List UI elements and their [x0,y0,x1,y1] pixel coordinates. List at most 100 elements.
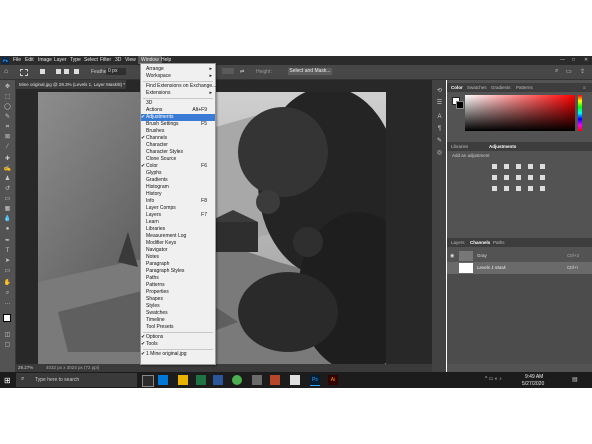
tab-patterns[interactable]: Patterns [516,85,533,90]
illustrator-taskbar-icon[interactable]: Ai [328,375,338,385]
menu-item-shapes[interactable]: Shapes [141,296,215,303]
photo-filter-icon[interactable] [528,175,533,180]
shape-tool-icon[interactable]: ▭ [3,268,12,274]
visibility-eye-icon[interactable]: ◉ [450,253,454,259]
menu-item-tool-presets[interactable]: Tool Presets [141,324,215,331]
invert-icon[interactable] [492,186,497,191]
stamp-tool-icon[interactable]: ♟ [3,176,12,182]
workspace-icon[interactable]: ▭ [566,68,572,75]
feather-input[interactable]: 0 px [106,68,126,75]
eraser-tool-icon[interactable]: ▭ [3,196,12,202]
menu-item-paragraph[interactable]: Paragraph [141,261,215,268]
notifications-icon[interactable]: ▤ [572,376,578,383]
menu-item-libraries[interactable]: Libraries [141,226,215,233]
menu-view[interactable]: View [125,57,136,63]
move-tool-icon[interactable]: ✥ [3,84,12,90]
color-panel-background-swatch[interactable] [456,101,464,109]
select-and-mask-button[interactable]: Select and Mask... [288,68,332,75]
menu-item-1-mine-original-jpg[interactable]: ✔ 1 Mine original.jpg [141,351,215,358]
menu-item-modifier-keys[interactable]: Modifier Keys [141,240,215,247]
menu-edit[interactable]: Edit [25,57,34,63]
menu-item-learn[interactable]: Learn [141,219,215,226]
word-icon[interactable] [213,375,223,385]
screen-mode-icon[interactable]: ▢ [3,342,12,348]
doc-info[interactable]: 4032 px x 3024 px (72 ppi) [46,365,99,370]
threshold-icon[interactable] [516,186,521,191]
menu-item-workspace[interactable]: Workspace ▸ [141,73,215,80]
menu-item-paths[interactable]: Paths [141,275,215,282]
menu-layer[interactable]: Layer [54,57,67,63]
photoshop-taskbar-icon[interactable]: Ps [310,375,320,386]
menu-item-options[interactable]: ✔ Options [141,334,215,341]
tab-paths[interactable]: Paths [493,240,505,245]
tab-layers[interactable]: Layers [451,240,465,245]
menu-item-channels[interactable]: ✔ Channels [141,135,215,142]
close-icon[interactable]: ✕ [584,57,588,63]
history-panel-icon[interactable]: ⟲ [435,88,444,94]
frame-tool-icon[interactable]: ⊠ [3,134,12,140]
menu-item-brush-settings[interactable]: Brush Settings F5 [141,121,215,128]
menu-select[interactable]: Select [84,57,98,63]
menu-type[interactable]: Type [70,57,81,63]
intersect-selection-icon[interactable] [74,69,79,74]
menu-item-glyphs[interactable]: Glyphs [141,170,215,177]
taskbar-time[interactable]: 9:49 AM [525,374,543,380]
minimize-icon[interactable]: — [560,57,565,63]
hue-saturation-icon[interactable] [492,175,497,180]
menu-item-gradients[interactable]: Gradients [141,177,215,184]
healing-brush-tool-icon[interactable]: ✚ [3,156,12,162]
marquee-tool-icon[interactable] [20,69,28,76]
swap-icon[interactable]: ⇄ [240,69,244,75]
document-tab[interactable]: Mine original.jpg @ 29.3% (Levels 1, Lay… [16,80,126,89]
tab-color[interactable]: Color [451,85,463,90]
brush-tool-icon[interactable]: ✍ [3,166,12,172]
foreground-color-swatch[interactable] [3,314,11,322]
tab-gradients[interactable]: Gradients [491,85,511,90]
maximize-icon[interactable]: □ [572,57,575,63]
menu-item-find-extensions-on-exchange[interactable]: Find Extensions on Exchange... [141,83,216,90]
hand-tool-icon[interactable]: ✋ [3,280,12,286]
excel-icon[interactable] [196,375,206,385]
lasso-tool-icon[interactable]: ◯ [3,104,12,110]
crop-tool-icon[interactable]: ⌗ [3,124,12,130]
new-selection-icon[interactable] [40,69,45,74]
quick-select-tool-icon[interactable]: ✎ [3,114,12,120]
tools-app-icon[interactable] [290,375,300,385]
windows-start-icon[interactable]: ⊞ [4,376,11,385]
menu-item-paragraph-styles[interactable]: Paragraph Styles [141,268,215,275]
posterize-icon[interactable] [504,186,509,191]
menu-item-history[interactable]: History [141,191,215,198]
color-picker-field[interactable] [465,95,575,131]
panel-menu-icon[interactable]: ≡ [583,85,586,90]
menu-item-properties[interactable]: Properties [141,289,215,296]
menu-item-measurement-log[interactable]: Measurement Log [141,233,215,240]
tray-icons[interactable]: ^ ▭ ◐ ♪ [485,376,502,382]
menu-item-character-styles[interactable]: Character Styles [141,149,215,156]
zoom-tool-icon[interactable]: ⌕ [3,290,12,296]
file-explorer-icon[interactable] [178,375,188,385]
menu-item-histogram[interactable]: Histogram [141,184,215,191]
blur-tool-icon[interactable]: 💧 [3,216,12,222]
menu-item-timeline[interactable]: Timeline [141,317,215,324]
menu-image[interactable]: Image [38,57,52,63]
vibrance-icon[interactable] [540,164,545,169]
channel-mixer-icon[interactable] [540,175,545,180]
zoom-level[interactable]: 29.27% [18,365,33,370]
menu-item-3d[interactable]: 3D [141,100,215,107]
gradient-tool-icon[interactable]: ▦ [3,206,12,212]
properties-panel-icon[interactable]: ☰ [435,100,444,106]
eyedropper-tool-icon[interactable]: ⁄ [3,144,12,150]
tab-adjustments[interactable]: Adjustments [489,144,516,149]
black-white-icon[interactable] [516,175,521,180]
brightness-contrast-icon[interactable] [492,164,497,169]
type-tool-icon[interactable]: T [3,248,12,254]
channel-row[interactable]: ◉ Gray Ctrl+2 [447,250,592,262]
menu-item-styles[interactable]: Styles [141,303,215,310]
menu-item-extensions[interactable]: Extensions ▸ [141,90,215,97]
menu-item-layer-comps[interactable]: Layer Comps [141,205,215,212]
search-icon[interactable]: ⌕ [555,68,558,75]
taskbar-search-box[interactable]: ⌕ Type here to search [16,373,137,387]
menu-file[interactable]: File [13,57,21,63]
tab-channels[interactable]: Channels [470,240,490,245]
levels-icon[interactable] [504,164,509,169]
